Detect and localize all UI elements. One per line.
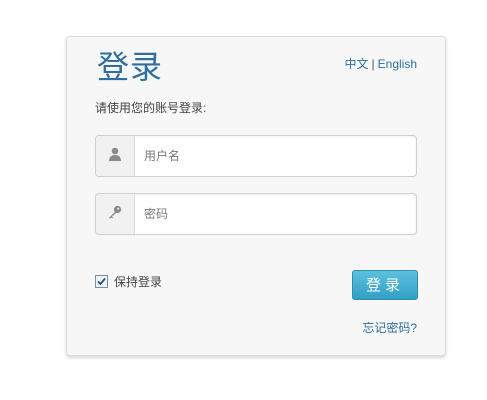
username-input[interactable] (144, 136, 404, 176)
username-icon-box (96, 136, 135, 176)
login-title: 登录 (97, 48, 164, 86)
login-button[interactable]: 登录 (352, 270, 418, 300)
lang-separator: | (371, 57, 375, 71)
username-field[interactable] (95, 135, 417, 177)
password-input[interactable] (144, 194, 404, 234)
lang-english-link[interactable]: English (378, 57, 417, 71)
checkmark-icon (97, 277, 106, 286)
user-icon (107, 146, 123, 167)
password-icon-box (96, 194, 135, 234)
login-card: 登录 中文 | English 请使用您的账号登录: 用户名 保持登录 登录 忘… (66, 36, 446, 356)
key-icon (107, 204, 123, 225)
remember-me-checkbox[interactable] (95, 275, 108, 288)
remember-me: 保持登录 (95, 273, 162, 290)
password-field[interactable] (95, 193, 417, 235)
lang-chinese-link[interactable]: 中文 (345, 57, 369, 71)
remember-me-label: 保持登录 (114, 275, 163, 289)
forgot-password-link[interactable]: 忘记密码? (362, 319, 417, 336)
language-switcher: 中文 | English (345, 55, 418, 72)
login-instructions: 请使用您的账号登录: (95, 101, 207, 115)
